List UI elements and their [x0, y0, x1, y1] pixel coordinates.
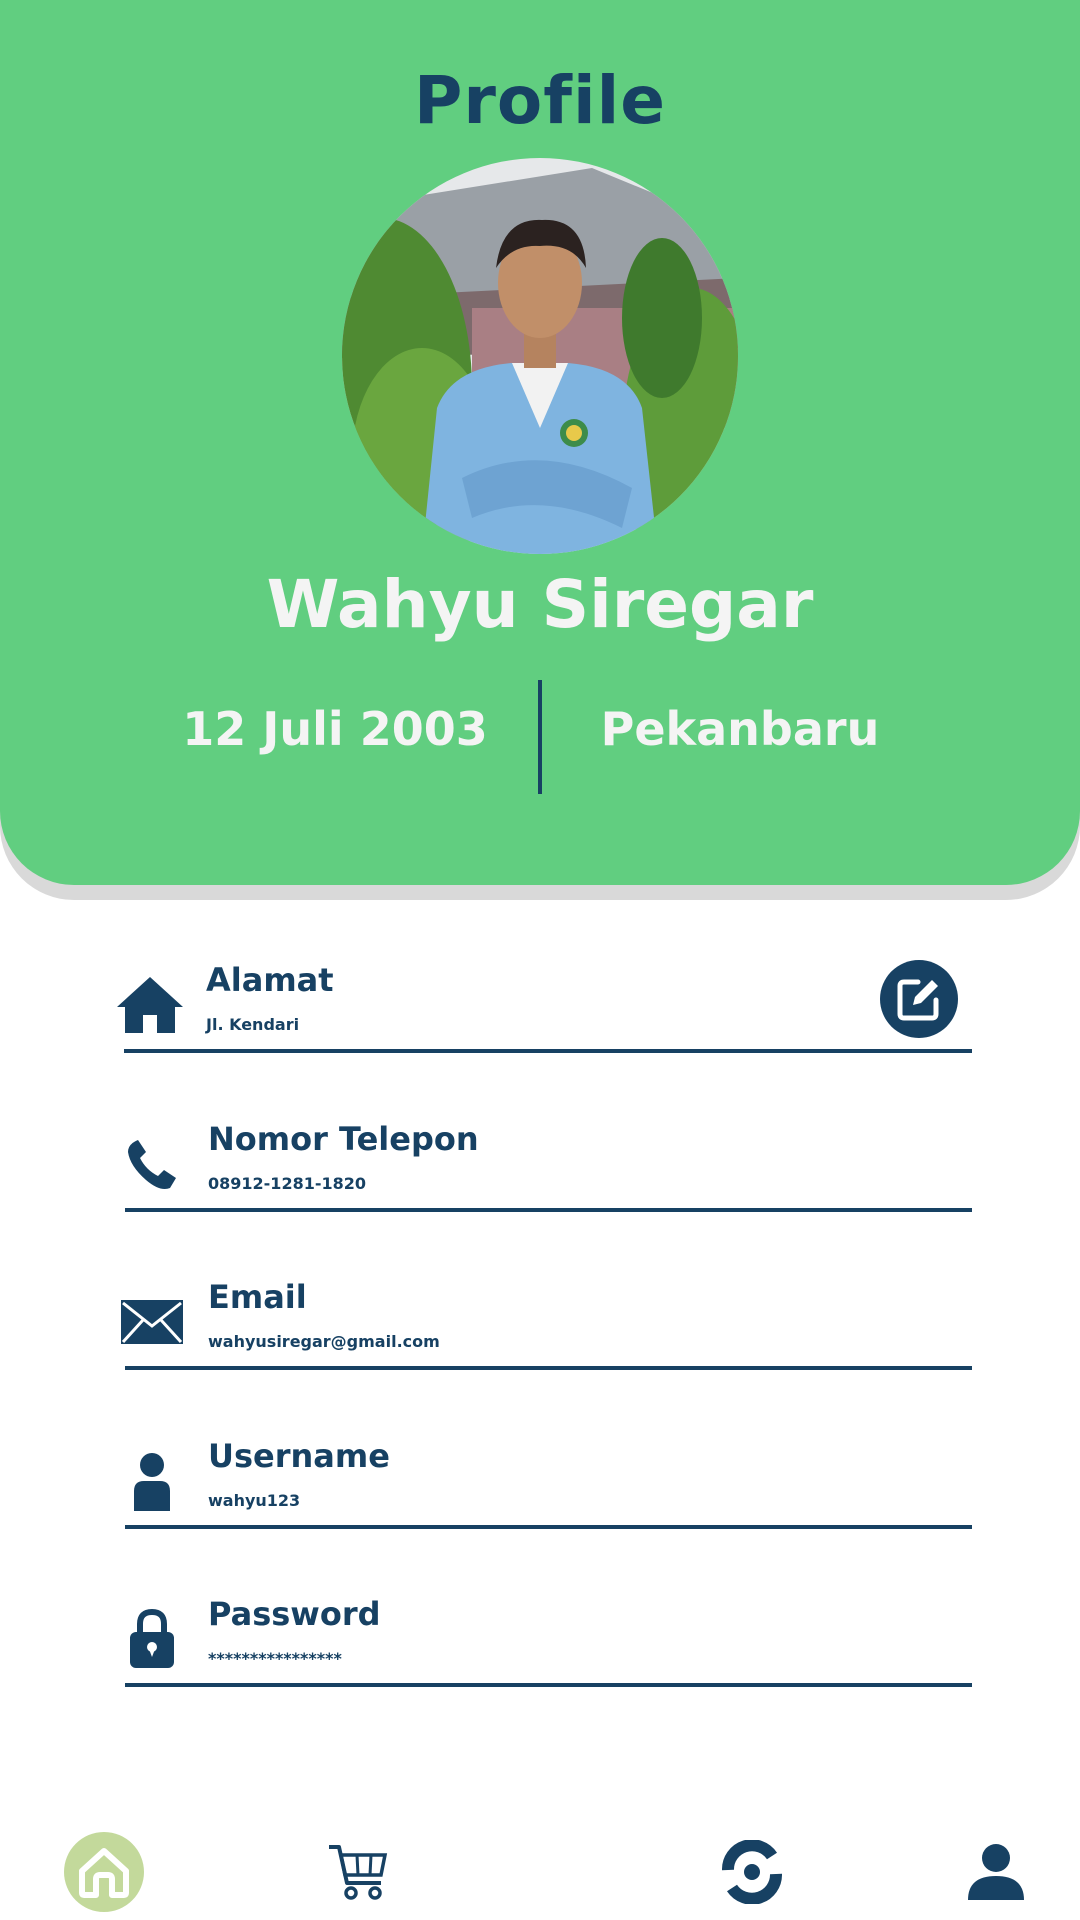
field-underline [125, 1366, 972, 1370]
city: Pekanbaru [600, 702, 880, 756]
nav-sync[interactable] [712, 1832, 792, 1912]
field-underline [125, 1683, 972, 1687]
divider [538, 680, 542, 794]
field-nomor-telepon: Nomor Telepon 08912-1281-1820 [112, 1114, 972, 1214]
field-label: Password [208, 1595, 381, 1633]
nav-profile[interactable] [956, 1832, 1036, 1912]
field-email: Email wahyusiregar@gmail.com [112, 1272, 972, 1372]
field-label: Email [208, 1278, 307, 1316]
field-label: Alamat [206, 961, 334, 999]
field-value: wahyu123 [208, 1491, 301, 1510]
edit-icon [897, 979, 939, 1021]
nav-home[interactable] [64, 1832, 144, 1912]
birth-date: 12 Juli 2003 [182, 702, 488, 756]
sync-icon [722, 1840, 782, 1904]
phone-icon [112, 1124, 192, 1204]
envelope-icon [112, 1282, 192, 1362]
avatar [342, 158, 738, 554]
field-value: wahyusiregar@gmail.com [208, 1332, 440, 1351]
edit-button[interactable] [880, 960, 958, 1038]
field-value: 08912-1281-1820 [208, 1174, 367, 1193]
nav-cart[interactable] [318, 1832, 398, 1912]
profile-header: Profile Wahyu Siregar 12 Juli 2003 Pekan… [0, 0, 1080, 885]
user-icon [112, 1441, 192, 1521]
field-alamat: Alamat Jl. Kendari [110, 955, 972, 1055]
bottom-nav [0, 1820, 1080, 1920]
field-value: **************** [208, 1649, 342, 1668]
field-underline [125, 1525, 972, 1529]
cart-icon [329, 1845, 388, 1900]
home-icon [110, 965, 190, 1045]
field-label: Nomor Telepon [208, 1120, 479, 1158]
profile-icon [968, 1844, 1024, 1900]
user-name: Wahyu Siregar [266, 566, 814, 643]
field-underline [125, 1208, 972, 1212]
field-underline [124, 1049, 972, 1053]
field-password: Password **************** [112, 1589, 972, 1689]
field-label: Username [208, 1437, 390, 1475]
page-title: Profile [414, 62, 666, 139]
field-value: Jl. Kendari [206, 1015, 300, 1034]
home-icon [79, 1848, 129, 1898]
field-username: Username wahyu123 [112, 1431, 972, 1531]
lock-icon [112, 1599, 192, 1679]
